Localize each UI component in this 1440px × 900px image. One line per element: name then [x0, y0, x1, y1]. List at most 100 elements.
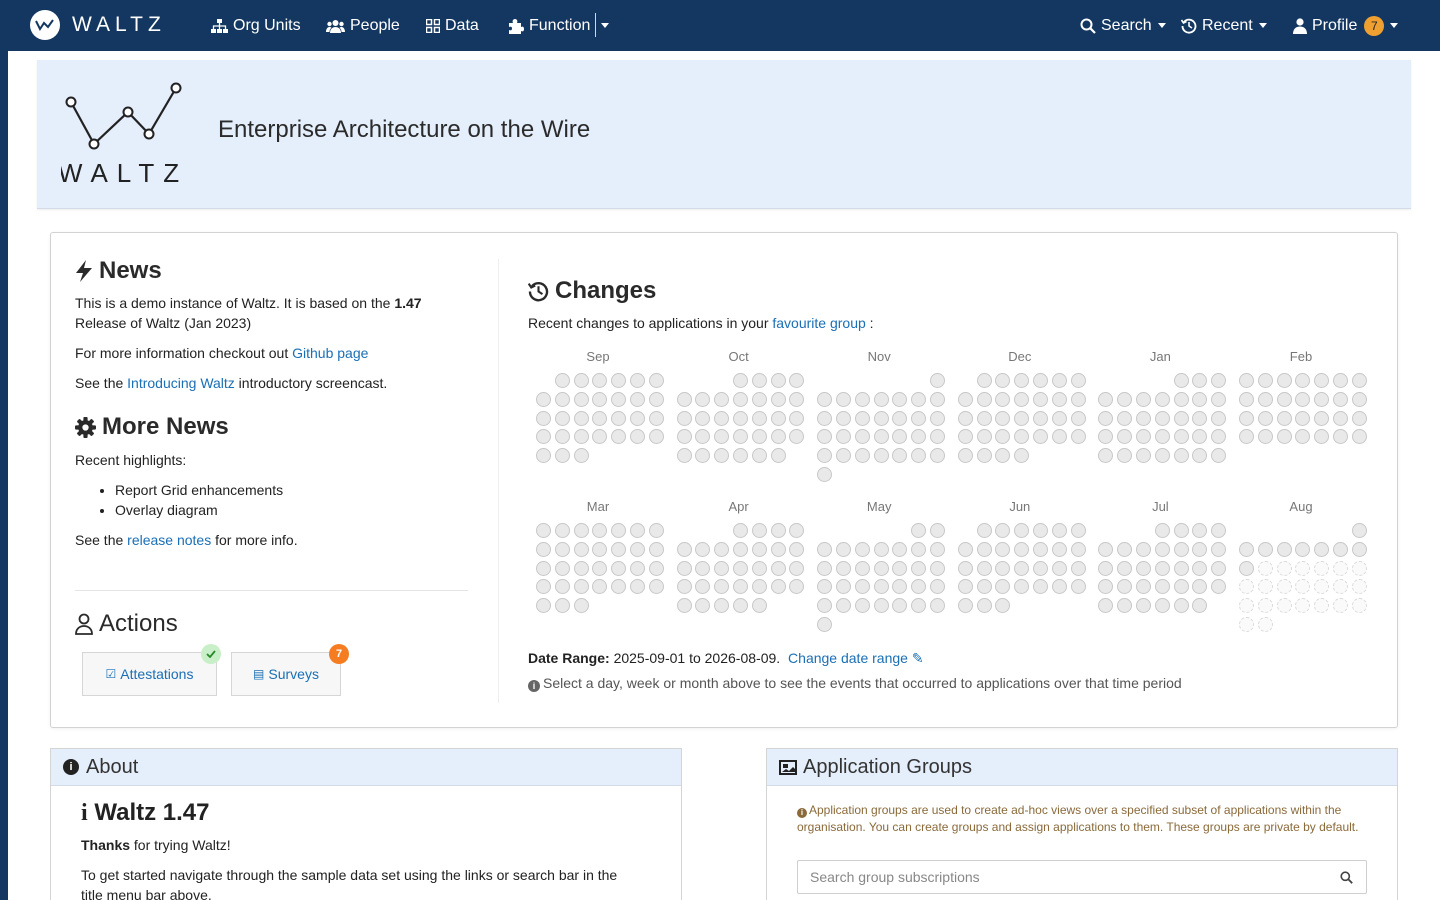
calendar-day[interactable]	[854, 541, 870, 557]
calendar-month-label[interactable]: Dec	[990, 349, 1050, 364]
calendar-day[interactable]	[930, 410, 945, 426]
calendar-day[interactable]	[976, 410, 992, 426]
calendar-day[interactable]	[1136, 541, 1151, 557]
calendar-day[interactable]	[1117, 410, 1133, 426]
calendar-day[interactable]	[1098, 429, 1114, 445]
calendar-day[interactable]	[930, 429, 945, 445]
calendar-day[interactable]	[854, 598, 870, 614]
calendar-day[interactable]	[751, 598, 767, 614]
calendar-day[interactable]	[1192, 410, 1208, 426]
calendar-day[interactable]	[648, 579, 664, 595]
calendar-day[interactable]	[854, 579, 870, 595]
calendar-day[interactable]	[892, 541, 908, 557]
calendar-month-label[interactable]: Sep	[568, 349, 628, 364]
calendar-day[interactable]	[1314, 579, 1330, 595]
calendar-day[interactable]	[817, 598, 833, 614]
calendar-day[interactable]	[789, 579, 805, 595]
calendar-day[interactable]	[1314, 373, 1330, 388]
calendar-day[interactable]	[573, 541, 589, 557]
calendar-day[interactable]	[1154, 523, 1170, 538]
calendar-day[interactable]	[911, 523, 927, 538]
calendar-day[interactable]	[630, 579, 645, 595]
calendar-day[interactable]	[930, 598, 945, 614]
calendar-day[interactable]	[930, 541, 945, 557]
calendar-day[interactable]	[995, 410, 1011, 426]
calendar-day[interactable]	[592, 579, 608, 595]
calendar-day[interactable]	[836, 429, 851, 445]
calendar-day[interactable]	[1295, 429, 1311, 445]
calendar-day[interactable]	[873, 560, 889, 576]
surveys-button[interactable]: ▤ Surveys	[231, 652, 341, 696]
calendar-day[interactable]	[930, 373, 945, 388]
calendar-day[interactable]	[714, 391, 730, 407]
calendar-day[interactable]	[630, 410, 645, 426]
calendar-day[interactable]	[770, 560, 786, 576]
calendar-day[interactable]	[789, 373, 805, 388]
calendar-day[interactable]	[1351, 410, 1367, 426]
calendar-day[interactable]	[854, 560, 870, 576]
calendar-day[interactable]	[1051, 410, 1067, 426]
calendar-day[interactable]	[1051, 541, 1067, 557]
calendar-day[interactable]	[892, 410, 908, 426]
calendar-day[interactable]	[1333, 373, 1348, 388]
calendar-day[interactable]	[1239, 410, 1254, 426]
calendar-day[interactable]	[1211, 560, 1227, 576]
calendar-day[interactable]	[554, 560, 570, 576]
calendar-day[interactable]	[789, 560, 805, 576]
calendar-day[interactable]	[892, 579, 908, 595]
calendar-day[interactable]	[1014, 448, 1030, 464]
calendar-day[interactable]	[536, 598, 551, 614]
calendar-day[interactable]	[695, 560, 711, 576]
calendar-day[interactable]	[695, 429, 711, 445]
calendar-day[interactable]	[1276, 598, 1292, 614]
calendar-day[interactable]	[1051, 560, 1067, 576]
calendar-day[interactable]	[836, 391, 851, 407]
calendar-day[interactable]	[733, 448, 748, 464]
calendar-day[interactable]	[648, 523, 664, 538]
calendar-day[interactable]	[930, 391, 945, 407]
calendar-day[interactable]	[1239, 429, 1254, 445]
calendar-day[interactable]	[836, 579, 851, 595]
calendar-day[interactable]	[676, 579, 692, 595]
calendar-day[interactable]	[1295, 560, 1311, 576]
calendar-day[interactable]	[592, 429, 608, 445]
calendar-day[interactable]	[733, 598, 748, 614]
calendar-day[interactable]	[1117, 560, 1133, 576]
calendar-day[interactable]	[1154, 391, 1170, 407]
calendar-day[interactable]	[930, 560, 945, 576]
calendar-day[interactable]	[751, 523, 767, 538]
calendar-day[interactable]	[733, 410, 748, 426]
calendar-day[interactable]	[1192, 598, 1208, 614]
calendar-day[interactable]	[1173, 523, 1189, 538]
calendar-day[interactable]	[770, 373, 786, 388]
calendar-day[interactable]	[611, 410, 627, 426]
change-date-range-link[interactable]: Change date range ✎	[788, 650, 924, 666]
calendar-day[interactable]	[1033, 410, 1048, 426]
calendar-day[interactable]	[770, 448, 786, 464]
calendar-month-label[interactable]: Aug	[1271, 499, 1331, 514]
calendar-day[interactable]	[573, 448, 589, 464]
calendar-day[interactable]	[1117, 448, 1133, 464]
calendar-day[interactable]	[695, 391, 711, 407]
calendar-day[interactable]	[995, 373, 1011, 388]
calendar-day[interactable]	[873, 541, 889, 557]
calendar-day[interactable]	[789, 429, 805, 445]
calendar-day[interactable]	[1014, 391, 1030, 407]
calendar-day[interactable]	[1211, 429, 1227, 445]
calendar-day[interactable]	[1239, 560, 1254, 576]
calendar-day[interactable]	[695, 598, 711, 614]
calendar-month-label[interactable]: May	[849, 499, 909, 514]
calendar-day[interactable]	[911, 560, 927, 576]
calendar-day[interactable]	[995, 598, 1011, 614]
calendar-day[interactable]	[892, 429, 908, 445]
calendar-day[interactable]	[1211, 448, 1227, 464]
calendar-day[interactable]	[1333, 391, 1348, 407]
calendar-day[interactable]	[1351, 598, 1367, 614]
calendar-day[interactable]	[611, 579, 627, 595]
calendar-day[interactable]	[957, 391, 973, 407]
calendar-day[interactable]	[1257, 541, 1273, 557]
calendar-day[interactable]	[1276, 391, 1292, 407]
calendar-day[interactable]	[817, 410, 833, 426]
calendar-day[interactable]	[854, 448, 870, 464]
calendar-day[interactable]	[1295, 598, 1311, 614]
